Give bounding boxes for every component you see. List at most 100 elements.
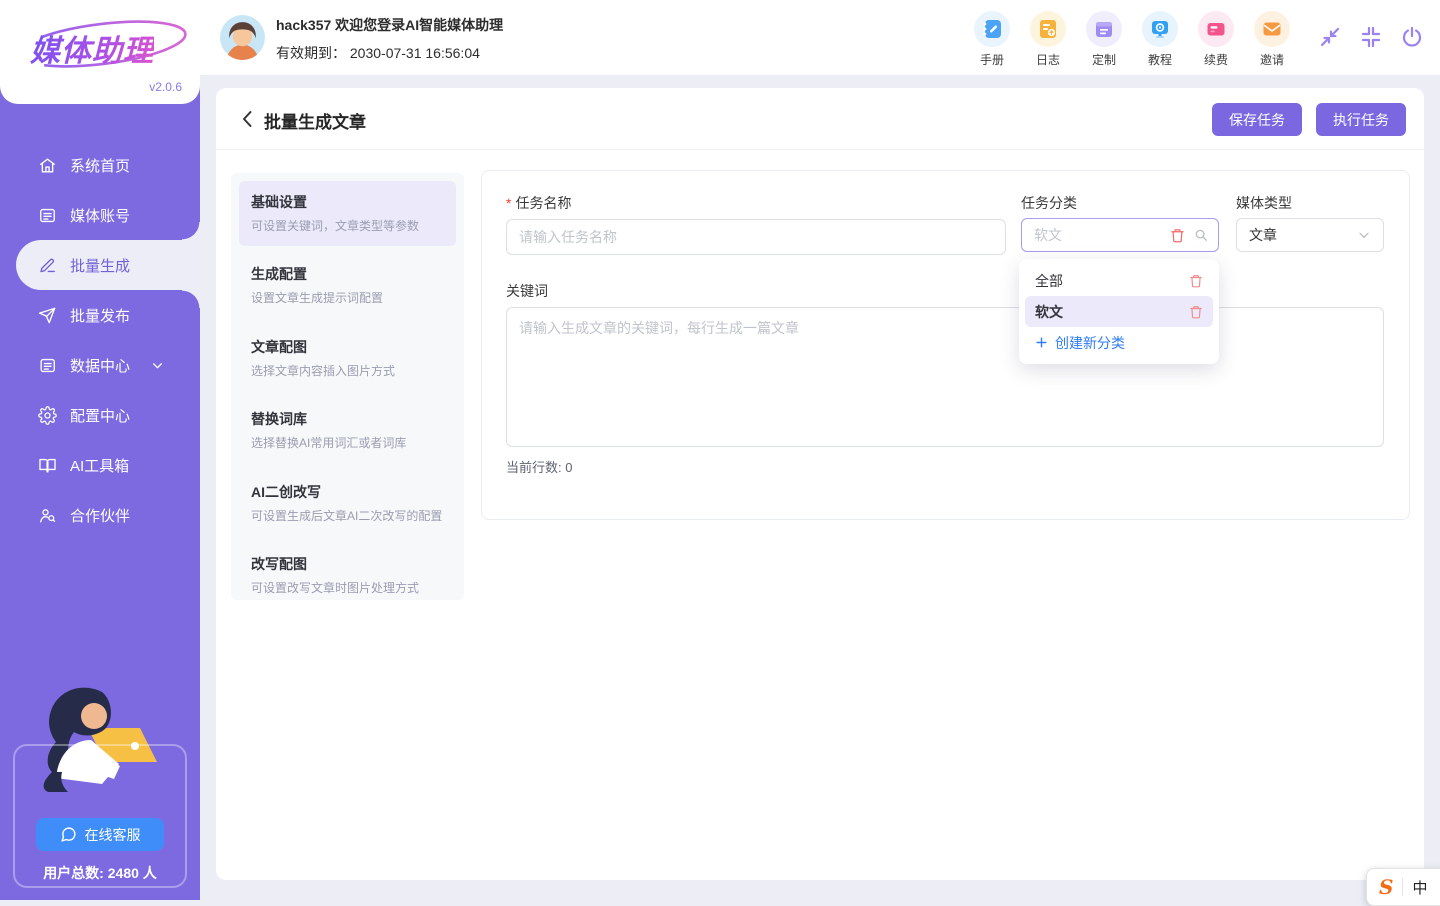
media-type-label: 媒体类型: [1236, 193, 1292, 213]
partner-icon: [38, 506, 57, 525]
pen-icon: [38, 256, 57, 275]
plus-icon: [1035, 336, 1048, 349]
dropdown-option-soft-article[interactable]: 软文: [1025, 296, 1213, 327]
required-mark: *: [506, 195, 511, 211]
quick-custom[interactable]: 定制: [1076, 11, 1132, 68]
sidebar-item-home[interactable]: 系统首页: [0, 140, 200, 190]
quick-manual[interactable]: 手册: [964, 11, 1020, 68]
media-type-value: 文章: [1249, 225, 1277, 245]
compress-center-icon[interactable]: [1359, 25, 1383, 49]
media-type-select[interactable]: 文章: [1236, 218, 1384, 252]
keywords-textarea[interactable]: [506, 307, 1384, 447]
sidebar-menu: 系统首页 媒体账号 批量生成 批量发布 数据中心 配置中心 AI工具箱: [0, 140, 200, 540]
chat-bubble-icon: [60, 826, 77, 843]
power-icon[interactable]: [1400, 25, 1424, 49]
page-actions: 保存任务 执行任务: [1212, 103, 1406, 136]
run-task-button[interactable]: 执行任务: [1316, 103, 1406, 136]
step-desc: 选择替换AI常用词汇或者词库: [251, 435, 444, 452]
save-task-button[interactable]: 保存任务: [1212, 103, 1302, 136]
quick-label: 定制: [1092, 51, 1116, 68]
logo-card: 媒体助理 v2.0.6: [0, 0, 200, 104]
step-desc: 设置文章生成提示词配置: [251, 290, 444, 307]
media-account-icon: [38, 206, 57, 225]
step-generate-config[interactable]: 生成配置 设置文章生成提示词配置: [239, 253, 456, 318]
sidebar-item-batch-publish[interactable]: 批量发布: [0, 290, 200, 340]
topbar: hack357 欢迎您登录AI智能媒体助理 有效期到： 2030-07-31 1…: [200, 0, 1440, 75]
step-ai-rewrite[interactable]: AI二创改写 可设置生成后文章AI二次改写的配置: [239, 471, 456, 536]
quick-actions: 手册 日志 定制 教程 续费: [964, 11, 1300, 68]
quick-log[interactable]: 日志: [1020, 11, 1076, 68]
ime-toolbar[interactable]: S 中: [1366, 868, 1440, 906]
step-desc: 选择文章内容插入图片方式: [251, 363, 444, 380]
step-title: 生成配置: [251, 264, 444, 284]
dropdown-option-all[interactable]: 全部: [1025, 265, 1213, 296]
trash-icon[interactable]: [1170, 228, 1185, 243]
back-icon[interactable]: [236, 107, 260, 131]
welcome-text: hack357 欢迎您登录AI智能媒体助理: [276, 15, 503, 35]
step-replace-lexicon[interactable]: 替换词库 选择替换AI常用词汇或者词库: [239, 398, 456, 463]
send-icon: [38, 306, 57, 325]
invite-icon: [1254, 11, 1290, 47]
app-version: v2.0.6: [149, 80, 182, 94]
ime-logo: S: [1379, 877, 1393, 897]
ime-language-indicator: 中: [1412, 877, 1427, 898]
online-service-button[interactable]: 在线客服: [36, 818, 164, 851]
trash-icon[interactable]: [1189, 274, 1203, 288]
sidebar-item-config-center[interactable]: 配置中心: [0, 390, 200, 440]
welcome-block: hack357 欢迎您登录AI智能媒体助理 有效期到： 2030-07-31 1…: [276, 15, 503, 63]
sidebar-item-partners[interactable]: 合作伙伴: [0, 490, 200, 540]
create-category-label: 创建新分类: [1055, 333, 1125, 353]
sidebar-item-data-center[interactable]: 数据中心: [0, 340, 200, 390]
sidebar-item-label: 批量发布: [70, 305, 130, 326]
toolbox-icon: [38, 456, 57, 475]
line-count: 当前行数: 0: [506, 457, 572, 476]
collapse-diagonal-icon[interactable]: [1318, 25, 1342, 49]
quick-label: 邀请: [1260, 51, 1284, 68]
step-title: 替换词库: [251, 409, 444, 429]
quick-invite[interactable]: 邀请: [1244, 11, 1300, 68]
task-category-input[interactable]: [1034, 227, 1170, 243]
sidebar-item-label: 数据中心: [70, 355, 130, 376]
sidebar-item-label: 批量生成: [70, 255, 130, 276]
keywords-label: 关键词: [506, 281, 548, 301]
step-desc: 可设置改写文章时图片处理方式: [251, 580, 444, 597]
sidebar-item-ai-toolbox[interactable]: AI工具箱: [0, 440, 200, 490]
settings-steps: 基础设置 可设置关键词，文章类型等参数 生成配置 设置文章生成提示词配置 文章配…: [231, 173, 464, 600]
main-panel: 批量生成文章 保存任务 执行任务 基础设置 可设置关键词，文章类型等参数 生成配…: [216, 88, 1424, 880]
user-total-label: 用户总数:: [43, 865, 104, 881]
quick-renew[interactable]: 续费: [1188, 11, 1244, 68]
task-name-label-text: 任务名称: [515, 195, 571, 211]
sidebar-item-label: 合作伙伴: [70, 505, 130, 526]
step-article-images[interactable]: 文章配图 选择文章内容插入图片方式: [239, 326, 456, 391]
quick-label: 手册: [980, 51, 1004, 68]
step-title: 文章配图: [251, 337, 444, 357]
step-basic-settings[interactable]: 基础设置 可设置关键词，文章类型等参数: [239, 181, 456, 246]
step-title: 基础设置: [251, 192, 444, 212]
step-rewrite-images[interactable]: 改写配图 可设置改写文章时图片处理方式: [239, 543, 456, 608]
log-icon: [1030, 11, 1066, 47]
data-center-icon: [38, 356, 57, 375]
create-category-link[interactable]: 创建新分类: [1025, 327, 1213, 358]
expiry-text: 有效期到： 2030-07-31 16:56:04: [276, 43, 503, 63]
custom-icon: [1086, 11, 1122, 47]
task-category-combo[interactable]: [1021, 218, 1219, 252]
sidebar-item-batch-generate[interactable]: 批量生成: [16, 240, 200, 290]
quick-tutorial[interactable]: 教程: [1132, 11, 1188, 68]
manual-icon: [974, 11, 1010, 47]
avatar-image: [220, 15, 265, 60]
chevron-down-icon: [151, 359, 164, 372]
page-title: 批量生成文章: [264, 108, 366, 133]
sidebar-item-media-accounts[interactable]: 媒体账号: [0, 190, 200, 240]
sidebar-item-label: 配置中心: [70, 405, 130, 426]
tutorial-icon: [1142, 11, 1178, 47]
window-controls: [1318, 25, 1424, 49]
sidebar-item-label: 系统首页: [70, 155, 130, 176]
task-name-input[interactable]: [506, 219, 1006, 255]
step-title: AI二创改写: [251, 482, 444, 502]
option-label: 软文: [1035, 302, 1063, 322]
quick-label: 教程: [1148, 51, 1172, 68]
online-service-label: 在线客服: [85, 825, 141, 845]
task-name-label: *任务名称: [506, 193, 571, 213]
trash-icon[interactable]: [1189, 305, 1203, 319]
app-title: 媒体助理: [30, 26, 154, 70]
